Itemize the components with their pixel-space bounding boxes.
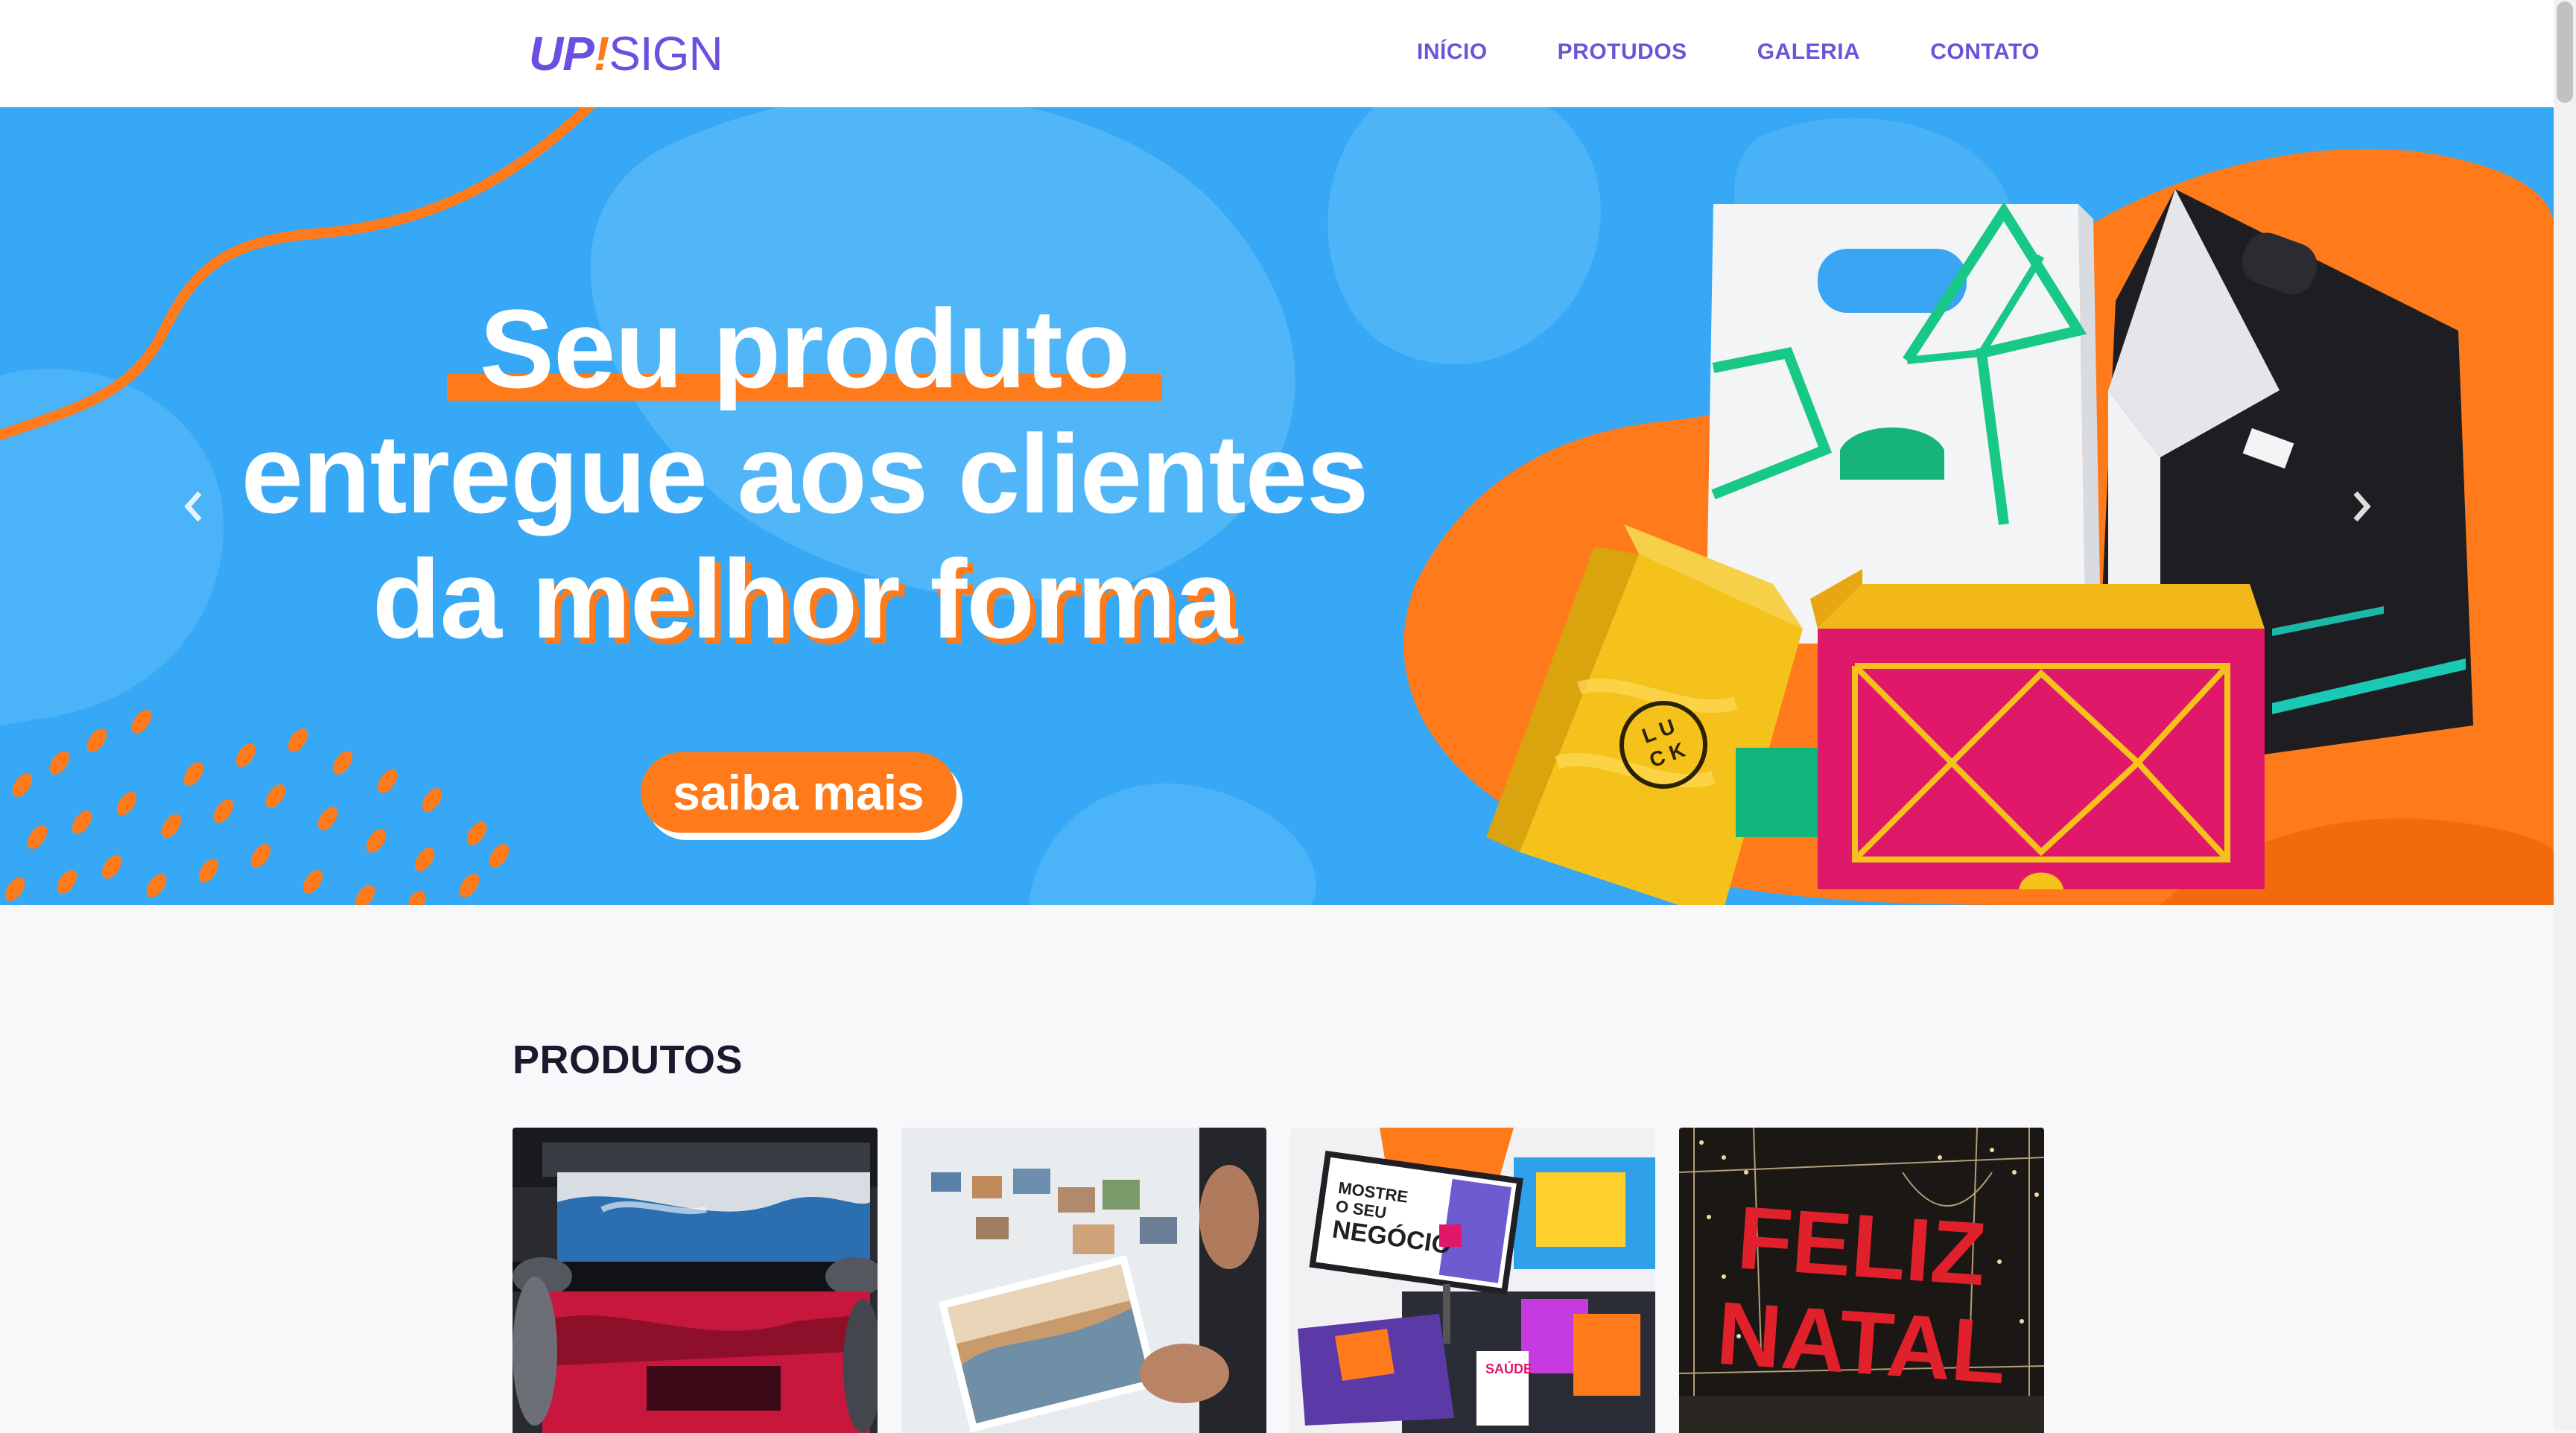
nav-contato[interactable]: CONTATO (1930, 37, 2040, 67)
hero-line-2: entregue aos clientes (241, 411, 1369, 536)
product-card-printer[interactable] (513, 1128, 878, 1433)
hero-line-3b: melhor forma (531, 536, 1238, 661)
hero-title: Seu produto entregue aos clientes da mel… (134, 286, 1475, 661)
product-card-signage[interactable]: MOSTRE O SEU NEGÓCIO SAÚDE (1290, 1128, 1655, 1433)
product-card-photos[interactable] (901, 1128, 1266, 1433)
saiba-mais-button[interactable]: saiba mais (641, 752, 957, 833)
site-header: UP! SIGN INÍCIO PROTUDOS GALERIA CONTATO (0, 0, 2554, 107)
main-nav: INÍCIO PROTUDOS GALERIA CONTATO (1417, 37, 2040, 67)
svg-text:NATAL: NATAL (1713, 1283, 2009, 1403)
hero-line-3a: da (372, 536, 532, 661)
logo-up: UP (529, 27, 594, 80)
products-section-title: PRODUTOS (513, 1038, 743, 1082)
svg-text:SAÚDE: SAÚDE (1485, 1361, 1532, 1376)
nav-produtos[interactable]: PROTUDOS (1558, 37, 1687, 67)
chevron-left-icon[interactable] (179, 491, 209, 522)
white-carry-box (1706, 201, 2101, 644)
logo-sign: SIGN (609, 27, 723, 80)
printer-image (513, 1128, 878, 1433)
chevron-right-icon[interactable] (2347, 491, 2376, 522)
pink-box (1810, 569, 2265, 889)
scrollbar-thumb[interactable] (2557, 1, 2573, 103)
feliz-natal-image: FELIZ NATAL (1679, 1128, 2044, 1433)
logo-bang: ! (593, 27, 609, 80)
product-card-feliz-natal[interactable]: FELIZ NATAL (1679, 1128, 2044, 1433)
photo-prints-image (901, 1128, 1266, 1433)
hero-line-1: Seu produto (479, 286, 1130, 411)
nav-galeria[interactable]: GALERIA (1757, 37, 1861, 67)
signage-image: MOSTRE O SEU NEGÓCIO SAÚDE (1290, 1128, 1655, 1433)
page-scrollbar[interactable] (2554, 0, 2576, 1431)
hero-banner: L U C K Seu produto entregue aos cliente… (0, 107, 2554, 905)
nav-inicio[interactable]: INÍCIO (1417, 37, 1488, 67)
brand-logo[interactable]: UP! SIGN (529, 24, 723, 83)
product-cards: MOSTRE O SEU NEGÓCIO SAÚDE FELIZ NATAL (513, 1128, 2044, 1433)
